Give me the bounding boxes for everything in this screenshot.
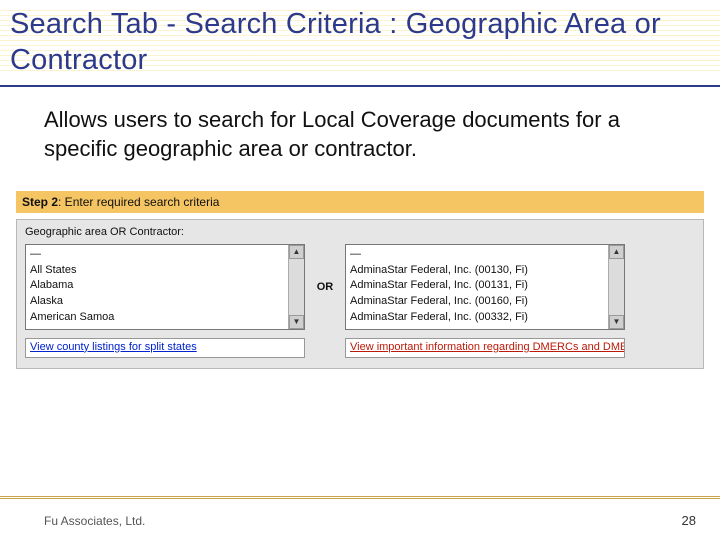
scroll-down-icon[interactable]: ▼ [609,315,624,329]
list-item[interactable]: All States [30,263,284,279]
scrollbar[interactable]: ▲ ▼ [608,245,624,329]
search-criteria-panel: Geographic area OR Contractor: — All Sta… [16,219,704,369]
criteria-group-label: Geographic area OR Contractor: [25,226,695,238]
list-item[interactable]: — [350,247,604,263]
scroll-up-icon[interactable]: ▲ [289,245,304,259]
contractors-listbox[interactable]: — AdminaStar Federal, Inc. (00130, Fi) A… [345,244,625,330]
list-item[interactable]: AdminaStar Federal, Inc. (00130, Fi) [350,263,604,279]
list-item[interactable]: AdminaStar Federal, Inc. (00131, Fi) [350,278,604,294]
step-header: Step 2: Enter required search criteria [16,191,704,213]
list-item[interactable]: Alaska [30,294,284,310]
step-instruction: : Enter required search criteria [58,195,219,209]
states-listbox[interactable]: — All States Alabama Alaska American Sam… [25,244,305,330]
scroll-down-icon[interactable]: ▼ [289,315,304,329]
list-item[interactable]: AdminaStar Federal, Inc. (00332, Fi) [350,310,604,326]
list-item[interactable]: AdminaStar Federal, Inc. (00160, Fi) [350,294,604,310]
dmerc-info-link[interactable]: View important information regarding DME… [345,338,625,358]
list-item[interactable]: — [30,247,284,263]
or-separator: OR [313,281,337,293]
scrollbar[interactable]: ▲ ▼ [288,245,304,329]
step-number: Step 2 [22,195,58,209]
list-item[interactable]: Alabama [30,278,284,294]
page-number: 28 [682,513,696,528]
footer-divider [0,496,720,506]
list-item[interactable]: American Samoa [30,310,284,326]
slide-title: Search Tab - Search Criteria : Geographi… [10,6,710,79]
county-listings-link[interactable]: View county listings for split states [25,338,305,358]
slide-body: Allows users to search for Local Coverag… [0,87,720,175]
footer-company: Fu Associates, Ltd. [44,514,145,528]
scroll-up-icon[interactable]: ▲ [609,245,624,259]
